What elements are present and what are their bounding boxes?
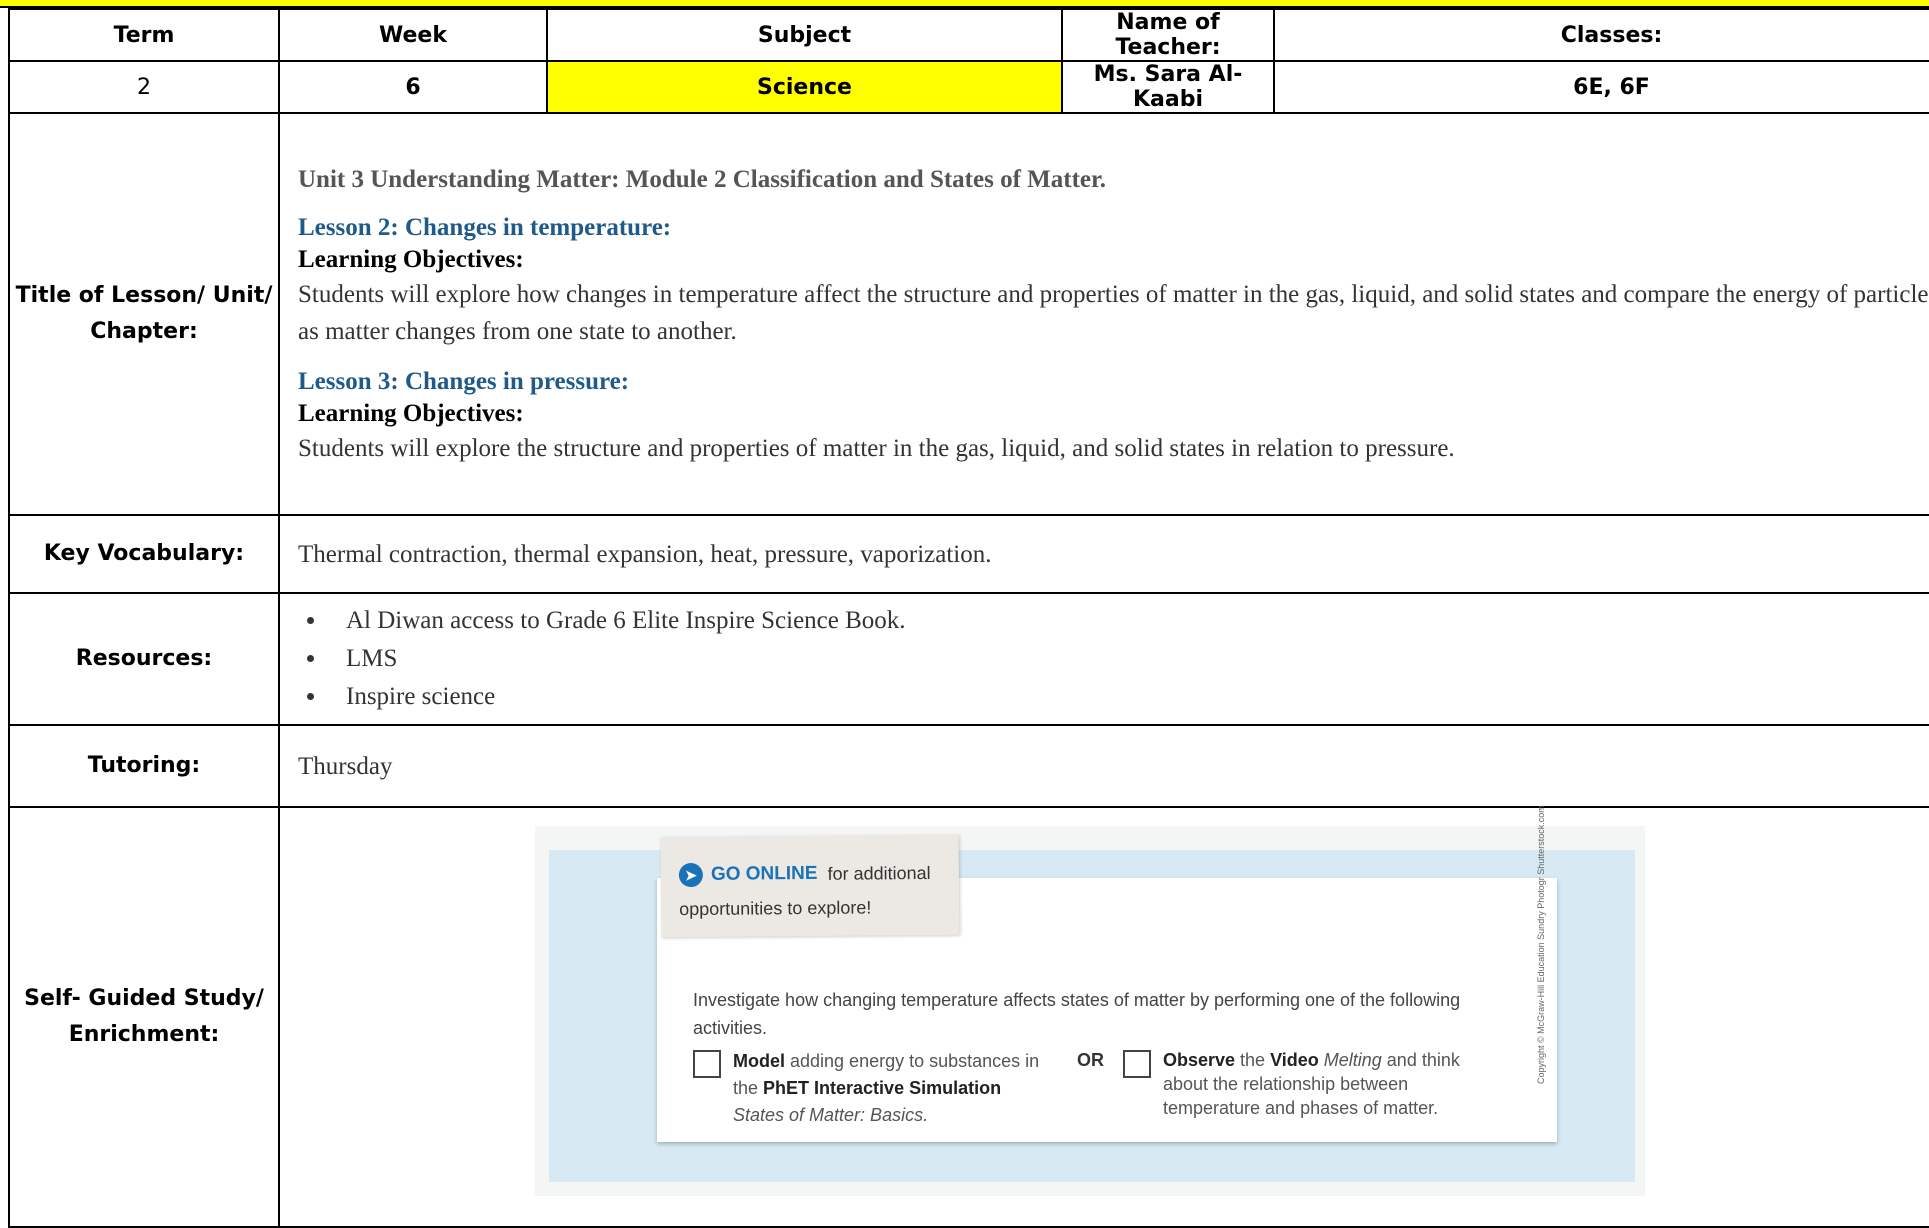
enrichment-row: Self- Guided Study/ Enrichment: Investig… [8,805,1929,1228]
resource-item: Inspire science [328,678,1929,716]
unit-title: Unit 3 Understanding Matter: Module 2 Cl… [298,166,1107,193]
observe-text: the [1235,1050,1271,1070]
teacher-label: Name of Teacher: [1061,8,1275,62]
resource-item: LMS [328,640,1929,678]
melting-italic: Melting [1318,1050,1382,1070]
subject-value: Science [546,60,1063,114]
lesson3-objectives-label: Learning Objectives: [298,400,524,427]
resources-row: Resources: Al Diwan access to Grade 6 El… [8,592,1929,726]
go-online-label: GO ONLINE [710,862,818,885]
activity-option-model: Model adding energy to substances in the… [693,1048,1053,1129]
classes-value: 6E, 6F [1273,60,1929,114]
phet-bold: PhET Interactive Simulation [763,1078,1002,1098]
enrichment-image: Investigate how changing temperature aff… [535,805,1645,1196]
title-label: Title of Lesson/ Unit/ Chapter: [8,112,280,516]
vocab-label: Key Vocabulary: [8,514,280,594]
header-values-row: 2 6 Science Ms. Sara Al-Kaabi 6E, 6F [8,60,1929,114]
tutoring-label: Tutoring: [8,724,280,808]
week-value: 6 [278,60,548,114]
cursor-click-icon: ➤ [678,862,704,888]
lesson3-objectives: Students will explore the structure and … [298,435,1455,462]
observe-bold: Observe [1163,1050,1236,1070]
tutoring-value: Thursday [278,724,1929,808]
title-row: Title of Lesson/ Unit/ Chapter: Unit 3 U… [8,112,1929,516]
classes-label: Classes: [1273,8,1929,62]
vocab-value: Thermal contraction, thermal expansion, … [278,514,1929,594]
video-bold: Video [1270,1050,1319,1070]
resources-list: Al Diwan access to Grade 6 Elite Inspire… [298,602,1929,716]
header-labels-row: Term Week Subject Name of Teacher: Class… [8,8,1929,62]
states-italic: States of Matter: Basics. [733,1105,929,1125]
activity-option-observe: Observe the Video Melting and think abou… [1123,1048,1503,1120]
subject-label: Subject [546,8,1063,62]
term-value: 2 [8,60,280,114]
title-content: Unit 3 Understanding Matter: Module 2 Cl… [278,112,1929,516]
or-label: OR [1077,1050,1104,1070]
lesson2-title: Lesson 2: Changes in temperature: [298,214,672,241]
resource-item: Al Diwan access to Grade 6 Elite Inspire… [328,602,1929,640]
go-online-line2: opportunities to explore! [679,897,872,920]
go-online-rest: for additional [827,862,931,884]
lesson2-objectives-label: Learning Objectives: [298,246,524,273]
enrichment-content: Investigate how changing temperature aff… [278,805,1929,1228]
model-bold: Model [733,1051,785,1071]
image-credit: Copyright © McGraw-Hill Education Sundry… [1536,805,1546,1084]
lesson3-title: Lesson 3: Changes in pressure: [298,368,630,395]
checkbox-icon [1123,1050,1151,1078]
activity-instruction: Investigate how changing temperature aff… [693,990,1461,1038]
tutoring-row: Tutoring: Thursday [8,724,1929,808]
resources-content: Al Diwan access to Grade 6 Elite Inspire… [278,592,1929,726]
resources-label: Resources: [8,592,280,726]
week-label: Week [278,8,548,62]
header-highlight-strip [0,0,1929,8]
go-online-note: ➤ GO ONLINE for additional opportunities… [660,834,960,938]
enrichment-label: Self- Guided Study/ Enrichment: [8,806,280,1228]
lesson2-objectives: Students will explore how changes in tem… [298,281,1929,345]
checkbox-icon [693,1050,721,1078]
teacher-value: Ms. Sara Al-Kaabi [1061,60,1275,114]
vocab-row: Key Vocabulary: Thermal contraction, the… [8,514,1929,594]
lesson-plan-table: Term Week Subject Name of Teacher: Class… [8,8,1929,1228]
term-label: Term [8,8,280,62]
